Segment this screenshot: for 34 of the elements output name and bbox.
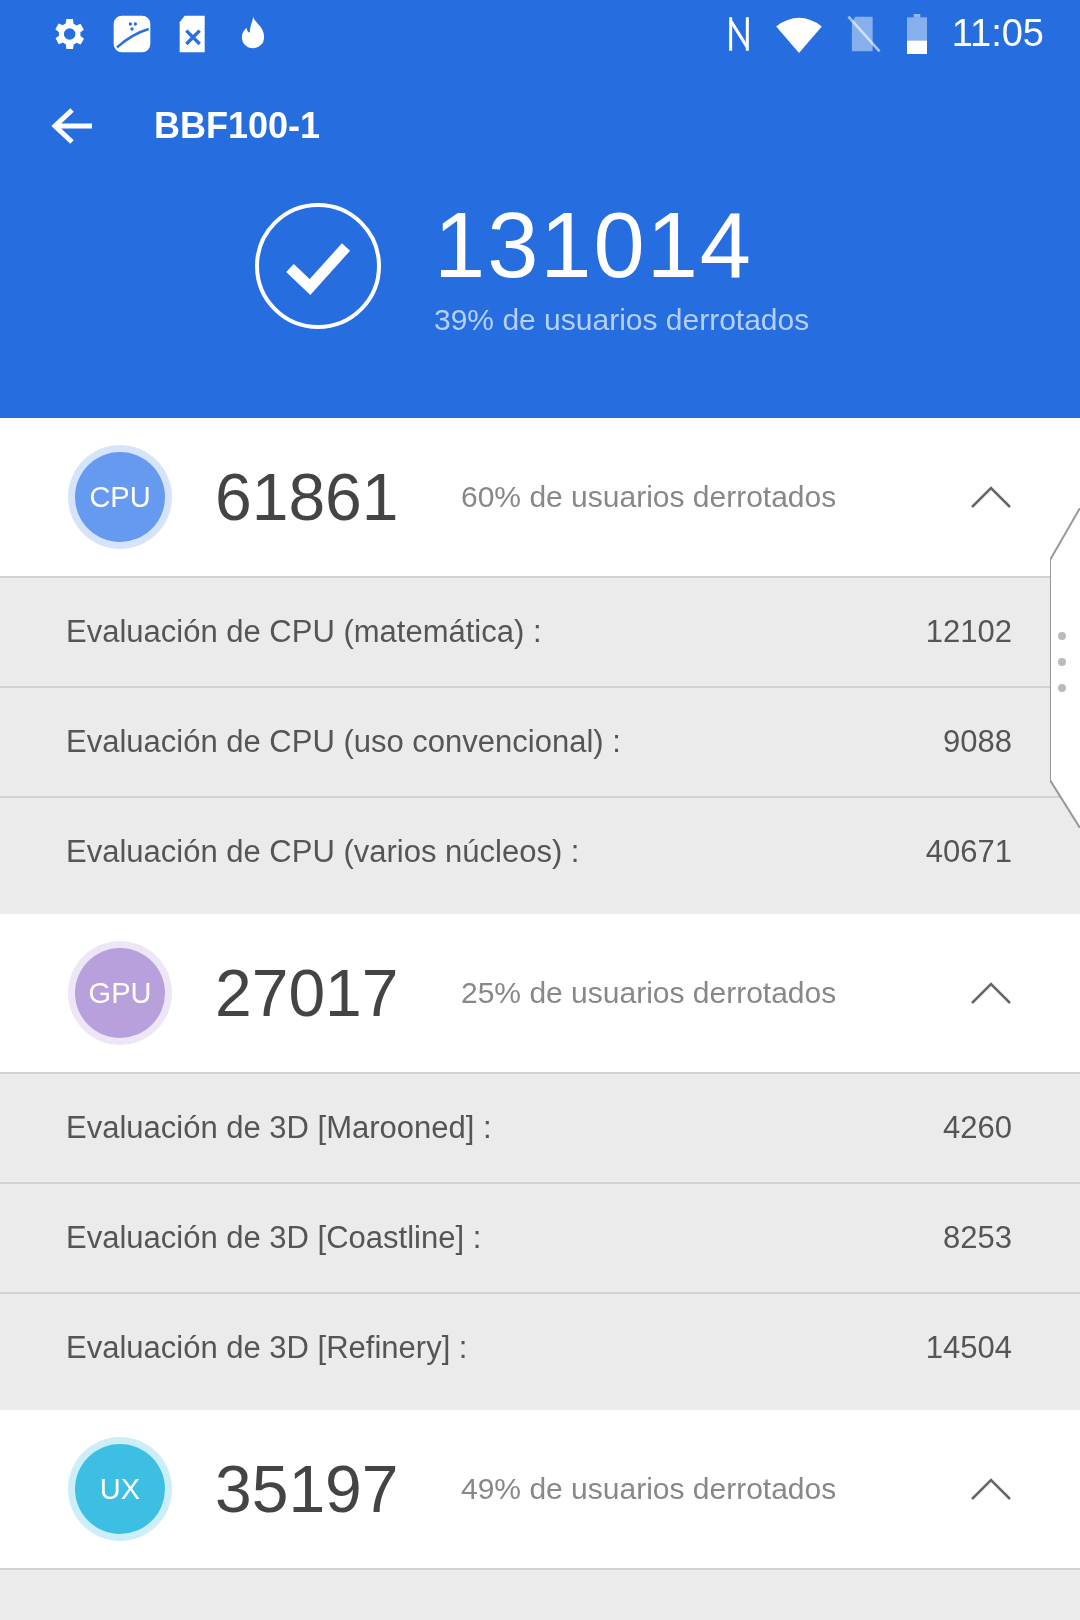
test-score: 14504 xyxy=(925,1330,1012,1366)
back-arrow-icon[interactable] xyxy=(50,106,94,146)
category-percentile: 49% de usuarios derrotados xyxy=(461,1472,838,1506)
category-percentile: 25% de usuarios derrotados xyxy=(461,976,838,1010)
category-badge: GPU xyxy=(75,948,165,1038)
test-score: 8253 xyxy=(943,1220,1012,1256)
chevron-icon[interactable] xyxy=(970,981,1012,1005)
test-label: Evaluación de CPU (varios núcleos) : xyxy=(66,834,580,870)
total-score: 131014 xyxy=(434,195,754,295)
chevron-icon[interactable] xyxy=(970,485,1012,509)
category-badge: UX xyxy=(75,1444,165,1534)
test-score: 9088 xyxy=(943,724,1012,760)
check-circle-icon xyxy=(254,202,382,330)
total-percentile: 39% de usuarios derrotados xyxy=(434,303,810,337)
test-label: Evaluación de CPU (matemática) : xyxy=(66,614,542,650)
test-score: 4260 xyxy=(943,1110,1012,1146)
test-label: Evaluación de 3D [Refinery] : xyxy=(66,1330,468,1366)
category-percentile: 60% de usuarios derrotados xyxy=(461,480,838,514)
device-title: BBF100-1 xyxy=(154,105,321,147)
category-score: 61861 xyxy=(215,459,400,535)
chevron-icon[interactable] xyxy=(970,1477,1012,1501)
test-score: 12102 xyxy=(925,614,1012,650)
test-label: Evaluación de 3D [Coastline] : xyxy=(66,1220,482,1256)
category-score: 35197 xyxy=(215,1451,400,1527)
category-score: 27017 xyxy=(215,955,400,1031)
app-icon xyxy=(112,13,152,54)
category-badge: CPU xyxy=(75,452,165,542)
side-handle-icon[interactable] xyxy=(1050,508,1080,828)
battery-icon xyxy=(905,13,928,54)
test-label: Evaluación de 3D [Marooned] : xyxy=(66,1110,492,1146)
test-label: Evaluación de CPU (uso convencional) : xyxy=(66,724,621,760)
test-score: 40671 xyxy=(925,834,1012,870)
status-time: 11:05 xyxy=(951,12,1044,55)
no-sim-icon xyxy=(845,14,882,53)
